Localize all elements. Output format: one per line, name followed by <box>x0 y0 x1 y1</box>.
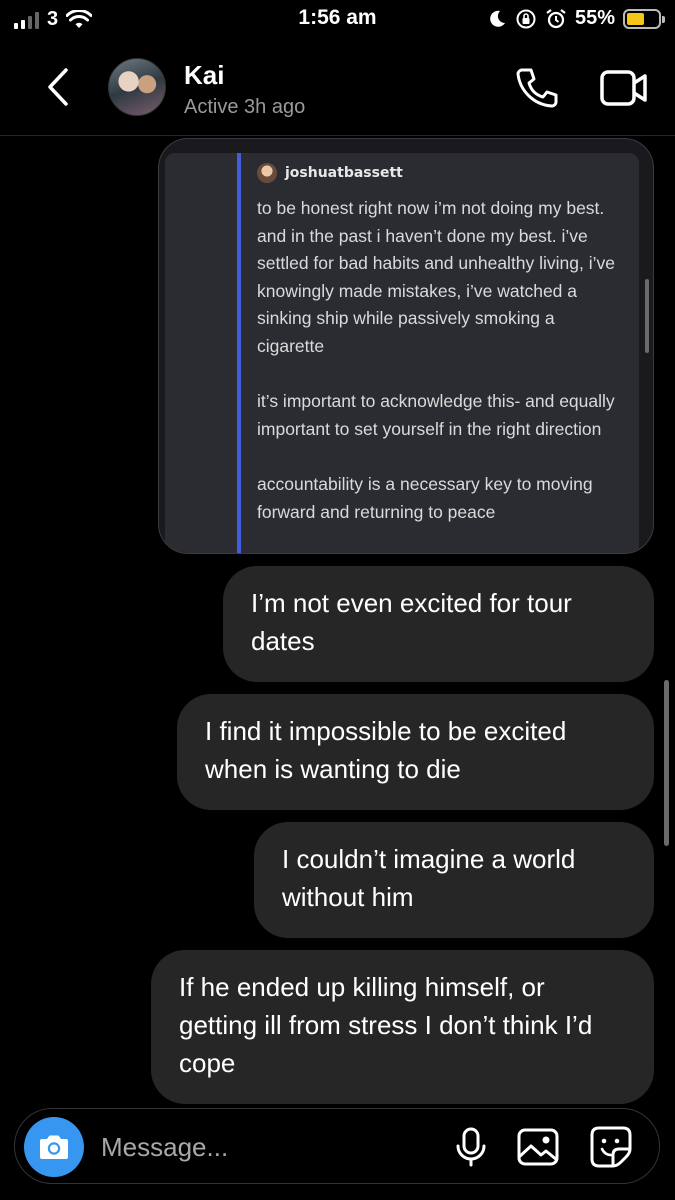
battery-fill <box>627 12 644 25</box>
message-bubble[interactable]: If he ended up killing himself, or getti… <box>151 950 654 1104</box>
gallery-button[interactable] <box>516 1127 560 1167</box>
message-input[interactable] <box>101 1129 401 1165</box>
voice-message-button[interactable] <box>451 1127 491 1167</box>
gallery-icon <box>517 1128 559 1166</box>
back-chevron-icon <box>48 68 68 106</box>
moon-icon <box>490 10 505 27</box>
chat-scrollbar[interactable] <box>664 680 669 846</box>
sticker-icon <box>590 1126 632 1168</box>
battery-percentage: 55% <box>574 7 615 29</box>
message-bubble[interactable]: I find it impossible to be excited when … <box>177 694 654 810</box>
active-status: Active 3h ago <box>184 96 306 118</box>
post-paragraph: to be honest right now i’m not doing my … <box>257 198 616 356</box>
video-icon <box>600 70 647 106</box>
post-scrollbar[interactable] <box>645 279 649 353</box>
message-composer <box>14 1108 660 1184</box>
phone-icon <box>516 68 558 108</box>
post-paragraph: it’s important to acknowledge this- and … <box>257 391 615 439</box>
battery-icon <box>623 8 665 29</box>
dm-screen: 3 1:56 am 55% Kai Active 3h ago joshuatb… <box>0 0 675 1200</box>
sticker-button[interactable] <box>589 1125 633 1169</box>
quote-bar <box>237 153 241 553</box>
status-bar-right: 55% <box>487 7 665 30</box>
post-author-name: joshuatbassett <box>285 165 403 181</box>
microphone-icon <box>456 1127 486 1167</box>
audio-call-button[interactable] <box>512 66 560 110</box>
video-call-button[interactable] <box>598 68 650 108</box>
camera-button[interactable] <box>24 1117 84 1177</box>
home-area <box>0 1190 675 1200</box>
status-bar: 3 1:56 am 55% <box>0 0 675 40</box>
alarm-icon <box>546 8 566 28</box>
shared-post-body: to be honest right now i’m not doing my … <box>257 195 622 553</box>
shared-post-card[interactable]: joshuatbassett to be honest right now i’… <box>158 138 654 554</box>
message-bubble[interactable]: I couldn’t imagine a world without him <box>254 822 654 938</box>
shared-post-author: joshuatbassett <box>257 163 403 183</box>
contact-name[interactable]: Kai <box>184 60 224 91</box>
message-bubble[interactable]: I’m not even excited for tour dates <box>223 566 654 682</box>
rotation-lock-icon <box>516 9 536 28</box>
contact-avatar[interactable] <box>108 58 166 116</box>
chat-header: Kai Active 3h ago <box>0 40 675 136</box>
post-paragraph: accountability is a necessary key to mov… <box>257 473 593 522</box>
camera-icon <box>40 1135 68 1159</box>
post-author-avatar <box>257 163 277 183</box>
back-button[interactable] <box>40 64 76 110</box>
